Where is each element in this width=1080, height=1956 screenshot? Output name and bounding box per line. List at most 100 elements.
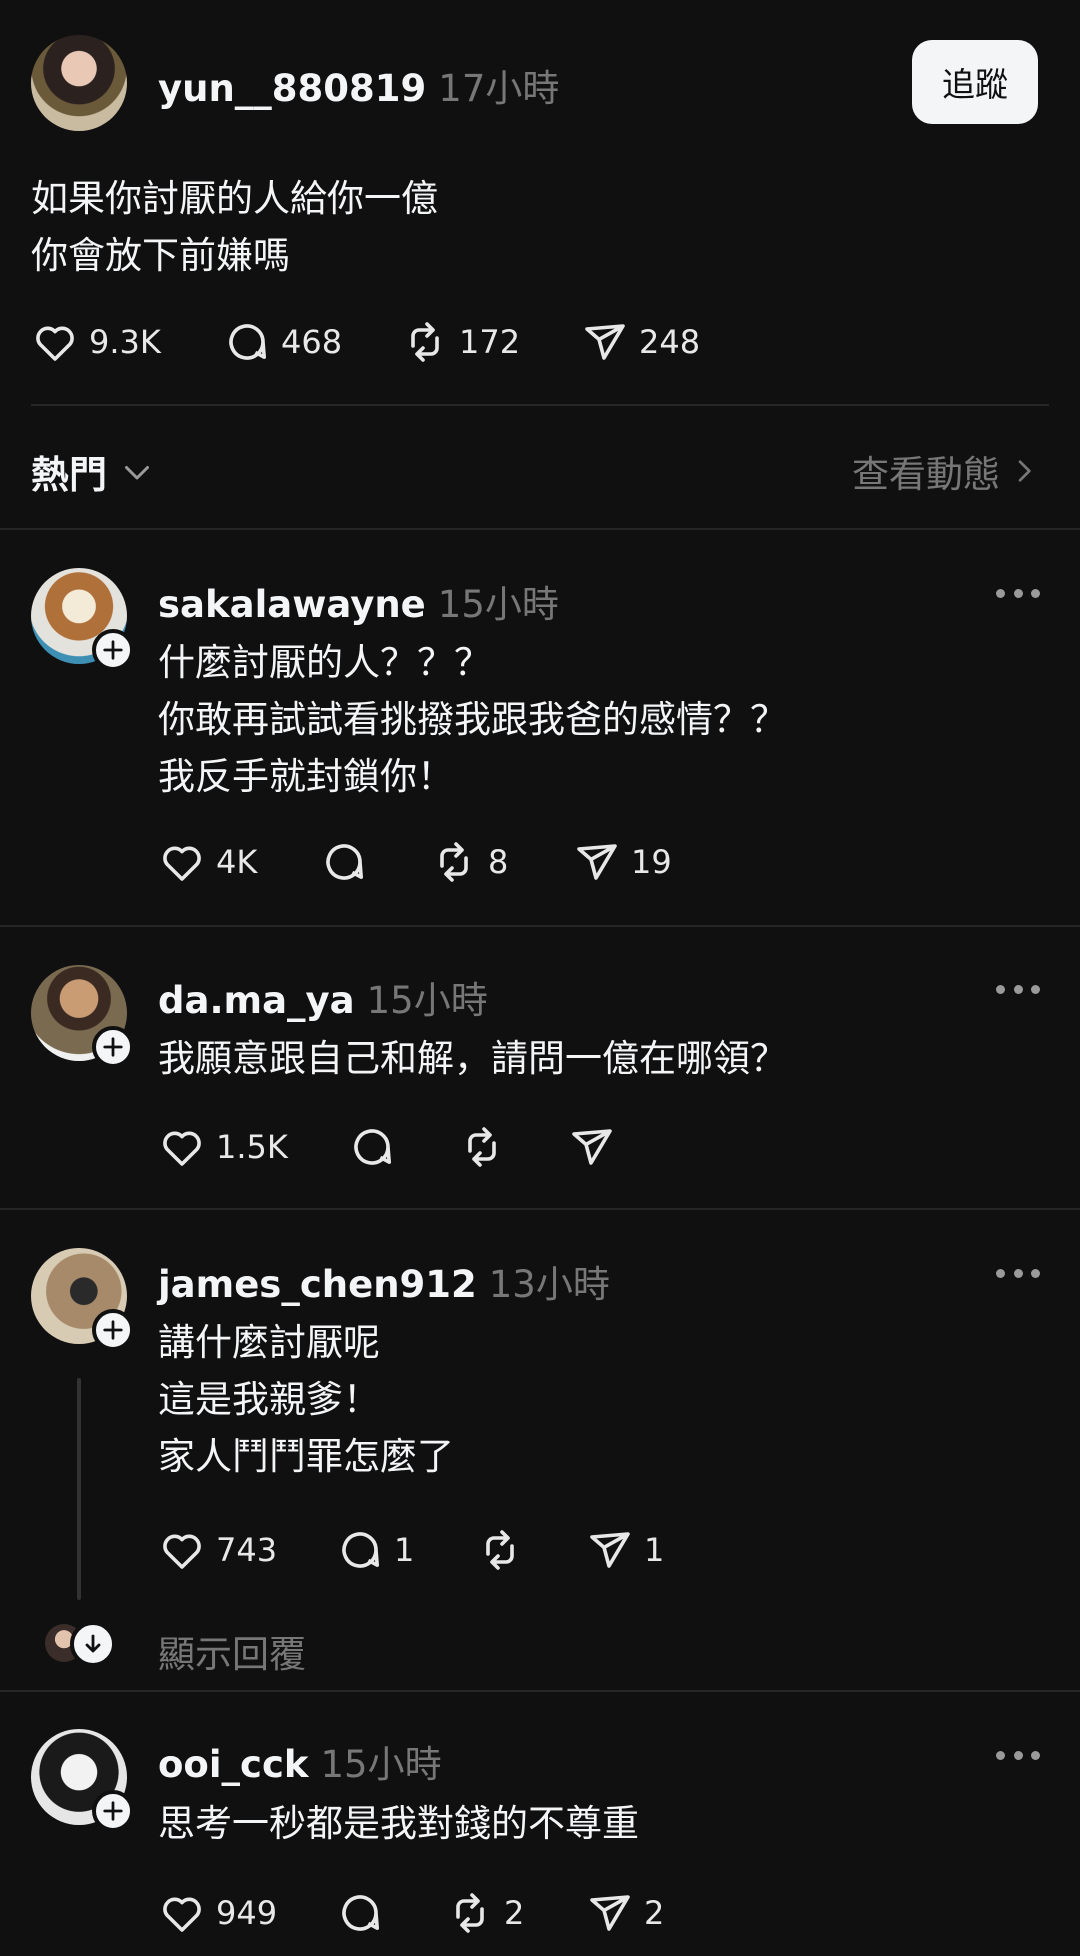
post-timestamp: 17小時 [438, 67, 560, 110]
repost-icon [411, 322, 439, 362]
plus-icon [103, 1037, 123, 1057]
repost-count: 2 [504, 1894, 525, 1932]
more-button[interactable] [996, 982, 1040, 996]
reply-username[interactable]: ooi_cck [158, 1743, 309, 1786]
follow-plus-button[interactable] [92, 1026, 134, 1068]
like-count: 9.3K [89, 323, 161, 361]
arrow-down-icon [85, 1634, 101, 1653]
follow-plus-button[interactable] [92, 1309, 134, 1351]
share-button[interactable] [568, 1123, 648, 1171]
like-count: 4K [216, 843, 258, 881]
repost-icon [468, 1127, 496, 1167]
heart-icon [163, 846, 201, 881]
reply-divider [0, 1690, 1080, 1692]
share-icon [590, 1895, 630, 1931]
show-replies-link[interactable]: 顯示回覆 [158, 1624, 306, 1678]
reply-header: da.ma_ya 15小時 [158, 970, 488, 1024]
reply-text: 我願意跟自己和解，請問一億在哪領？ [158, 1037, 787, 1080]
like-button[interactable]: 949 [158, 1889, 336, 1937]
post-actions: 9.3K 468 172 248 [31, 318, 731, 366]
repost-button[interactable]: 172 [401, 318, 581, 366]
share-button[interactable]: 1 [586, 1526, 696, 1574]
reply-actions: 949 2 2 [158, 1889, 696, 1937]
more-button[interactable] [996, 586, 1040, 600]
plus-icon [103, 640, 123, 660]
thread-line [77, 1378, 81, 1600]
more-button[interactable] [996, 1748, 1040, 1762]
like-count: 1.5K [216, 1128, 288, 1166]
comment-button[interactable] [336, 1889, 446, 1937]
share-button[interactable]: 19 [573, 838, 723, 886]
reply-divider [0, 1208, 1080, 1210]
more-icon [996, 588, 1005, 598]
more-icon [996, 1268, 1005, 1278]
like-button[interactable]: 9.3K [31, 318, 223, 366]
view-activity-link[interactable]: 查看動態 [852, 444, 1040, 498]
section-divider [0, 528, 1080, 530]
follow-button-label: 追蹤 [942, 65, 1008, 104]
comment-icon [342, 1895, 379, 1931]
repost-icon [456, 1893, 484, 1933]
sort-dropdown[interactable]: 熱門 [31, 444, 155, 499]
chevron-down-icon [125, 465, 150, 479]
post-author-avatar[interactable] [31, 35, 127, 131]
comment-icon [326, 844, 363, 880]
reply-text: 什麼討厭的人？？？ 你敢再試試看挑撥我跟我爸的感情？？ 我反手就封鎖你！ [158, 641, 787, 798]
comment-count: 468 [281, 323, 343, 361]
heart-icon [36, 326, 74, 361]
reply-username[interactable]: james_chen912 [158, 1263, 477, 1306]
like-count: 949 [216, 1894, 278, 1932]
repost-button[interactable]: 8 [430, 838, 573, 886]
like-count: 743 [216, 1531, 278, 1569]
reply-timestamp: 15小時 [437, 583, 559, 626]
share-icon [590, 1532, 630, 1568]
reply-username[interactable]: da.ma_ya [158, 979, 355, 1022]
repost-icon [486, 1530, 514, 1570]
post-divider [31, 404, 1049, 406]
share-icon [585, 324, 625, 360]
reply-actions: 1.5K [158, 1123, 648, 1171]
repost-icon [440, 842, 468, 882]
post-username[interactable]: yun__880819 [158, 67, 426, 110]
like-button[interactable]: 743 [158, 1526, 336, 1574]
reply-timestamp: 13小時 [488, 1263, 610, 1306]
comment-button[interactable] [348, 1123, 458, 1171]
follow-plus-button[interactable] [92, 629, 134, 671]
share-button[interactable]: 2 [586, 1889, 696, 1937]
repost-button[interactable] [458, 1123, 568, 1171]
reply-header: sakalawayne 15小時 [158, 574, 559, 628]
share-button[interactable]: 248 [581, 318, 731, 366]
follow-button[interactable]: 追蹤 [912, 40, 1038, 124]
repost-count: 172 [459, 323, 521, 361]
share-count: 248 [639, 323, 701, 361]
comment-button[interactable] [320, 838, 430, 886]
comment-button[interactable]: 468 [223, 318, 401, 366]
share-icon [577, 844, 617, 880]
view-activity-label: 查看動態 [852, 453, 1000, 496]
heart-icon [163, 1897, 201, 1932]
chevron-right-icon [1018, 460, 1031, 482]
share-icon [572, 1129, 612, 1165]
repost-button[interactable] [476, 1526, 586, 1574]
repost-button[interactable]: 2 [446, 1889, 586, 1937]
like-button[interactable]: 4K [158, 838, 320, 886]
plus-icon [103, 1801, 123, 1821]
post-text: 如果你討厭的人給你一億 你會放下前嫌嗎 [31, 177, 438, 277]
like-button[interactable]: 1.5K [158, 1123, 348, 1171]
comment-icon [342, 1532, 379, 1568]
reply-timestamp: 15小時 [366, 979, 488, 1022]
heart-icon [163, 1534, 201, 1569]
reply-header: james_chen912 13小時 [158, 1254, 610, 1308]
more-button[interactable] [996, 1266, 1040, 1280]
reply-header: ooi_cck 15小時 [158, 1734, 442, 1788]
show-replies-badge[interactable] [70, 1621, 116, 1667]
reply-username[interactable]: sakalawayne [158, 583, 426, 626]
post-header: yun__880819 17小時 [158, 58, 559, 112]
follow-plus-button[interactable] [92, 1790, 134, 1832]
share-count: 19 [631, 843, 672, 881]
comment-button[interactable]: 1 [336, 1526, 476, 1574]
reply-text: 思考一秒都是我對錢的不尊重 [158, 1802, 639, 1845]
sort-label: 熱門 [31, 453, 108, 497]
reply-actions: 4K 8 19 [158, 838, 723, 886]
heart-icon [163, 1131, 201, 1166]
